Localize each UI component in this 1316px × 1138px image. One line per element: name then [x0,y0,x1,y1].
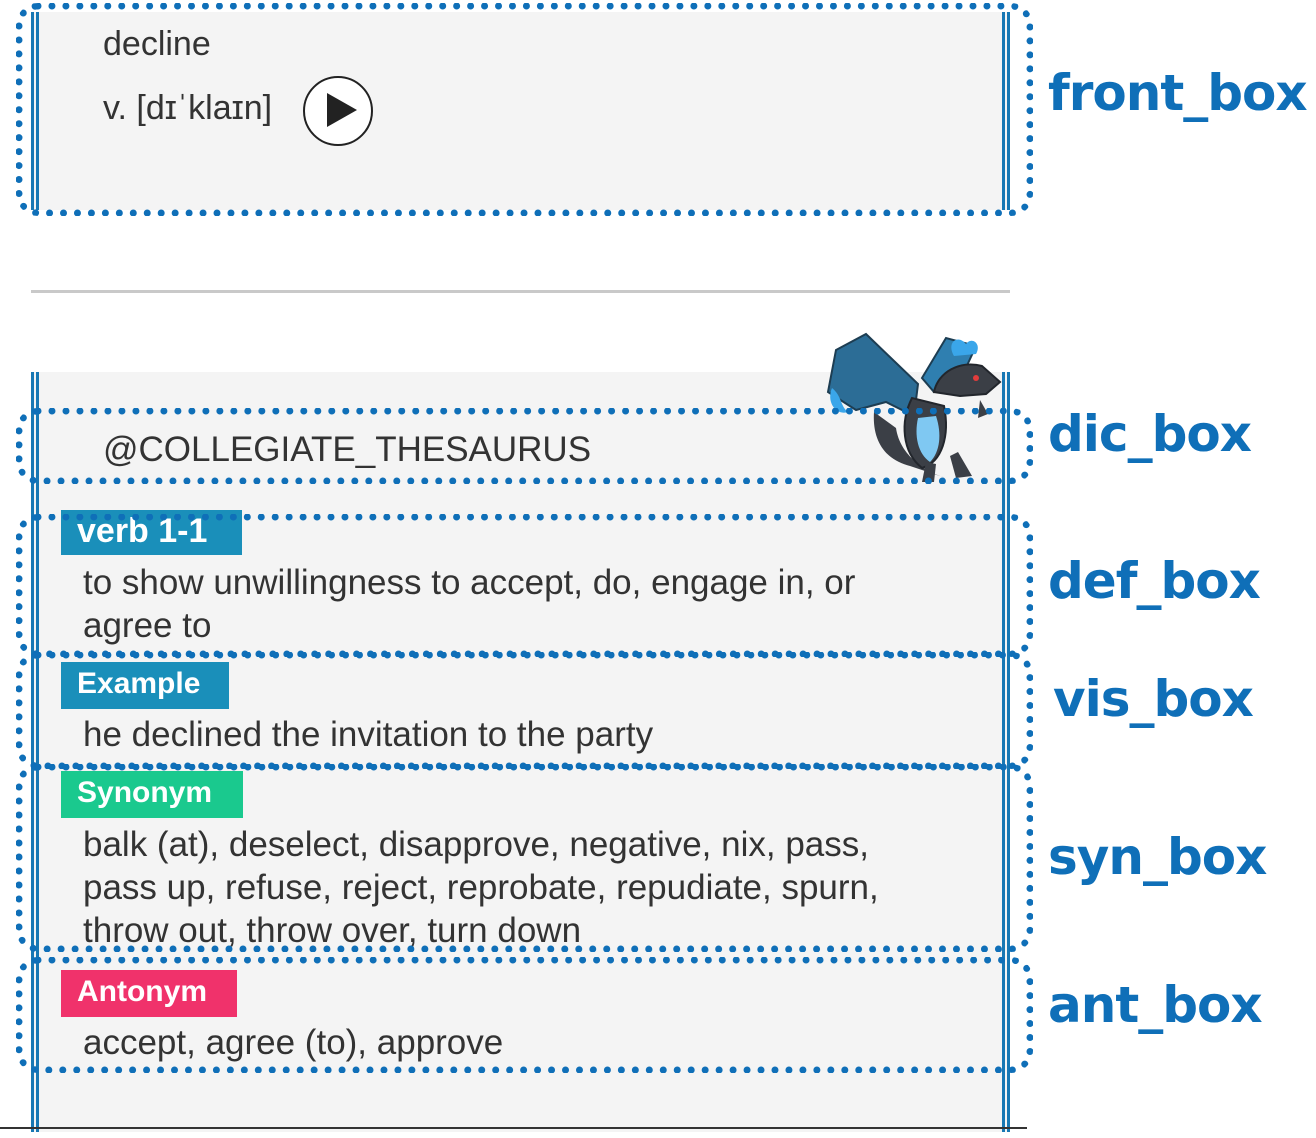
divider [31,290,1010,293]
example-text: he declined the invitation to the party [83,715,654,754]
synonym-line-1: balk (at), deselect, disapprove, negativ… [83,825,869,864]
pronunciation: v. [dɪˈklaɪn] [103,89,273,127]
play-icon[interactable] [303,76,373,146]
synonym-line-3: throw out, throw over, turn down [83,911,582,950]
vis-box-label: vis_box [1053,670,1254,728]
antonym-text: accept, agree (to), approve [83,1023,504,1062]
front-box-label: front_box [1048,64,1308,122]
dic-box-label: dic_box [1048,405,1252,463]
antonym-tag: Antonym [61,970,237,1017]
synonym-line-2: pass up, refuse, reject, reprobate, repu… [83,868,879,907]
headword: decline [103,25,211,63]
dictionary-name: @COLLEGIATE_THESAURUS [103,430,592,469]
definition-tag: verb 1-1 [61,510,242,555]
syn-box-label: syn_box [1048,828,1267,886]
synonym-tag: Synonym [61,771,243,818]
example-tag: Example [61,662,229,709]
bottom-rule [0,1127,1027,1129]
definition-line-2: agree to [83,606,212,645]
definition-line-1: to show unwillingness to accept, do, eng… [83,563,856,602]
dragon-mascot-icon [826,332,1002,482]
ant-box-label: ant_box [1048,976,1263,1034]
def-box-label: def_box [1048,552,1261,610]
